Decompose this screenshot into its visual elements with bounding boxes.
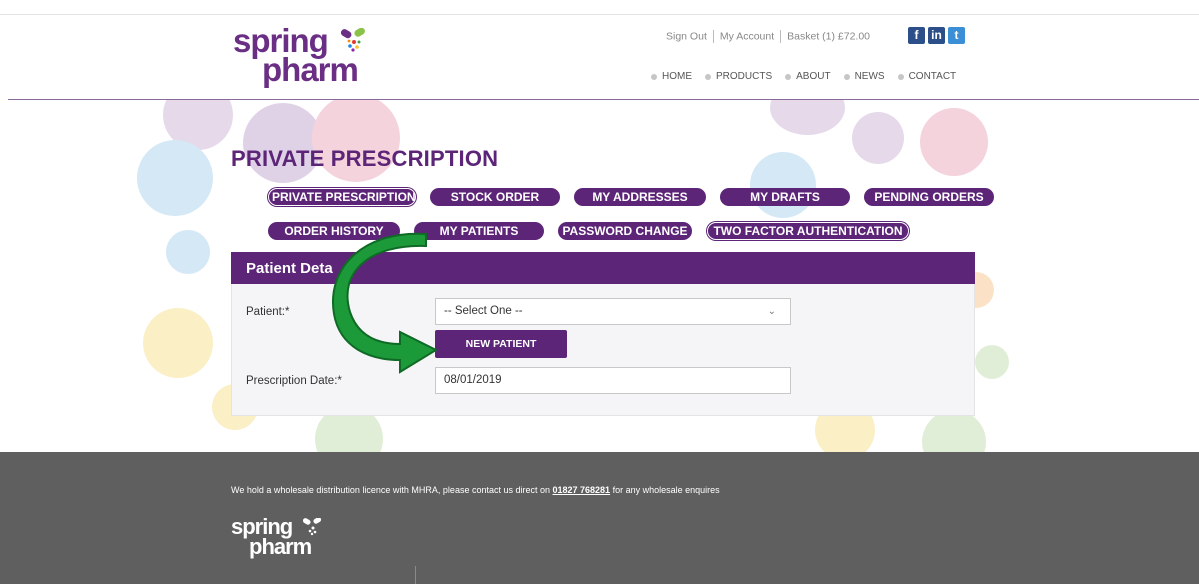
spring-pharm-logo[interactable]: spring pharm — [233, 24, 373, 94]
tab-private-prescription[interactable]: PRIVATE PRESCRIPTION — [268, 188, 416, 206]
bullet-icon — [843, 73, 850, 80]
tab-my-drafts[interactable]: MY DRAFTS — [720, 188, 850, 206]
bullet-icon — [651, 73, 657, 80]
sign-out-link[interactable]: Sign Out — [666, 30, 707, 42]
footer-logo: spring pharm — [231, 516, 341, 566]
nav-contact[interactable]: CONTACT — [897, 71, 956, 82]
wholesale-notice: We hold a wholesale distribution licence… — [231, 485, 720, 495]
curved-arrow-icon — [331, 232, 439, 374]
panel-title: Patient Deta — [246, 260, 333, 277]
site-header — [0, 15, 1199, 99]
prescription-date-label: Prescription Date:* — [246, 375, 342, 387]
basket-link[interactable]: Basket (1) £72.00 — [787, 30, 870, 42]
social-links: f in t — [908, 27, 965, 44]
nav-products[interactable]: PRODUCTS — [705, 71, 772, 82]
nav-home[interactable]: HOME — [651, 71, 692, 82]
nav-news[interactable]: NEWS — [843, 71, 885, 82]
nav-about[interactable]: ABOUT — [785, 71, 831, 82]
tab-two-factor-authentication[interactable]: TWO FACTOR AUTHENTICATION — [707, 222, 909, 240]
header-divider — [8, 99, 1199, 100]
twitter-icon[interactable]: t — [948, 27, 965, 44]
tab-pending-orders[interactable]: PENDING ORDERS — [864, 188, 994, 206]
site-footer — [0, 452, 1199, 584]
prescription-date-input[interactable]: 08/01/2019 — [435, 367, 791, 394]
tab-password-change[interactable]: PASSWORD CHANGE — [558, 222, 692, 240]
patient-select[interactable]: -- Select One -- ⌄ — [435, 298, 791, 325]
phone-link[interactable]: 01827 768281 — [553, 485, 611, 495]
new-patient-button[interactable]: NEW PATIENT — [435, 330, 567, 358]
bullet-icon — [785, 73, 792, 80]
main-nav: HOME PRODUCTS ABOUT NEWS CONTACT — [651, 71, 956, 82]
chevron-down-icon: ⌄ — [767, 306, 776, 317]
page: spring pharm Sign Out My Account Basket (1… — [0, 0, 1199, 584]
account-links: Sign Out My Account Basket (1) £72.00 — [666, 30, 870, 43]
pill-icon — [340, 28, 365, 52]
pill-icon — [303, 518, 322, 536]
bullet-icon — [705, 73, 711, 80]
my-account-link[interactable]: My Account — [720, 30, 774, 42]
tab-my-addresses[interactable]: MY ADDRESSES — [574, 188, 706, 206]
footer-divider — [415, 566, 416, 584]
bullet-icon — [897, 73, 904, 80]
linkedin-icon[interactable]: in — [928, 27, 945, 44]
tab-stock-order[interactable]: STOCK ORDER — [430, 188, 560, 206]
page-title: PRIVATE PRESCRIPTION — [231, 146, 499, 171]
patient-label: Patient:* — [246, 306, 290, 318]
facebook-icon[interactable]: f — [908, 27, 925, 44]
